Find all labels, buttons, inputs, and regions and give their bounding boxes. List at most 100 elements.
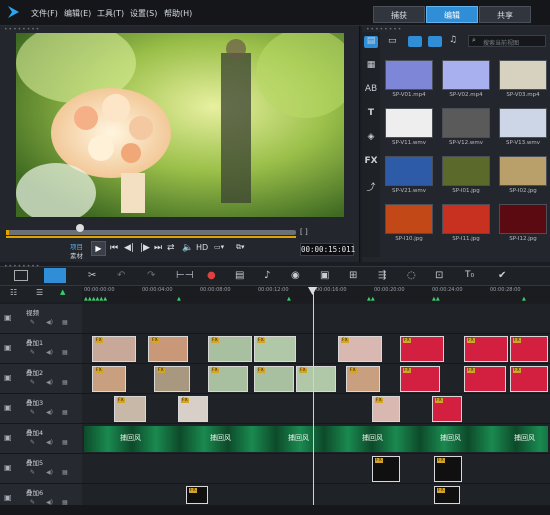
library-thumbnail[interactable] (499, 60, 547, 90)
lock-icon[interactable]: ✎ (30, 439, 35, 446)
lock-icon[interactable]: ✎ (30, 349, 35, 356)
media-icon[interactable]: ▤ (364, 36, 378, 48)
mask-creator-icon[interactable]: ◌ (407, 270, 416, 281)
lock-icon[interactable]: ✎ (30, 379, 35, 386)
ripple-icon[interactable]: ▦ (62, 319, 68, 326)
lock-icon[interactable]: ✎ (30, 319, 35, 326)
track-lane[interactable] (82, 394, 550, 424)
timeline-clip[interactable]: FX (510, 366, 548, 392)
timeline-clip[interactable]: FX (186, 486, 208, 504)
trim-bar[interactable] (6, 236, 296, 238)
lock-icon[interactable]: ✎ (30, 409, 35, 416)
timeline-clip[interactable]: FX (254, 336, 296, 362)
timecode-display[interactable]: 00:00:15:011 (300, 243, 355, 256)
fit-timeline-icon[interactable]: ⊢⊣ (176, 270, 193, 281)
lock-icon[interactable]: ✎ (30, 469, 35, 476)
menu-edit[interactable]: 编辑(E) (64, 8, 91, 19)
panel-grip[interactable]: •••••••• (4, 26, 40, 33)
timeline-clip[interactable]: FX (296, 366, 336, 392)
home-icon[interactable]: ⏮ (110, 243, 118, 253)
mute-icon[interactable]: ◀) (46, 349, 53, 356)
end-icon[interactable]: ⏭ (154, 243, 162, 253)
track-header[interactable] (0, 304, 82, 334)
timeline-view-icon[interactable] (44, 268, 66, 283)
playback-ctrl-bracket[interactable]: [ ] (300, 228, 308, 236)
ripple-icon[interactable]: ▦ (62, 469, 68, 476)
library-thumbnail[interactable] (385, 60, 433, 90)
folder-icon[interactable]: ▭ (388, 36, 397, 46)
marker-icon[interactable]: ▲ (522, 296, 526, 302)
timeline-clip[interactable]: FX (92, 336, 136, 362)
mute-icon[interactable]: ◀) (46, 319, 53, 326)
instant-project-icon[interactable]: ▦ (364, 60, 378, 72)
timeline-clip[interactable]: FX (400, 336, 444, 362)
menu-file[interactable]: 文件(F) (31, 8, 58, 19)
snapshot-icon[interactable]: ⧉▾ (236, 243, 245, 252)
track-type-icon[interactable]: ▣ (4, 433, 12, 442)
multi-camera-icon[interactable]: ⊞ (349, 270, 357, 281)
play-button[interactable]: ▶ (91, 241, 106, 256)
timeline-clip[interactable]: FX (464, 366, 506, 392)
undo-icon[interactable]: ↶ (117, 270, 125, 281)
path-icon[interactable]: ⤴ (364, 180, 378, 193)
marker-icon[interactable]: ▲ (177, 296, 181, 302)
overlay-green-clip[interactable] (84, 426, 548, 452)
library-thumbnail[interactable] (385, 204, 433, 234)
storyboard-view-icon[interactable] (14, 270, 28, 281)
timeline-clip[interactable]: FX (372, 396, 400, 422)
timeline-clip[interactable]: FX (432, 396, 462, 422)
library-thumbnail[interactable] (442, 108, 490, 138)
tab-share[interactable]: 共享 (479, 6, 531, 23)
track-lane[interactable] (82, 484, 550, 506)
auto-music-icon[interactable]: ♪ (264, 270, 270, 281)
timeline-clip[interactable]: FX (372, 456, 400, 482)
render-icon[interactable]: ✔ (498, 270, 506, 281)
library-thumbnail[interactable] (499, 204, 547, 234)
timeline-clip[interactable]: FX (208, 366, 248, 392)
timeline-clip[interactable]: FX (400, 366, 440, 392)
scrubber-handle[interactable] (76, 224, 84, 232)
library-thumbnail[interactable] (385, 156, 433, 186)
aspect-icon[interactable]: ▭▾ (214, 243, 224, 251)
next-frame-icon[interactable]: |▶ (140, 243, 150, 253)
volume-icon[interactable]: 🔈 (182, 243, 193, 253)
library-thumbnail[interactable] (442, 60, 490, 90)
library-thumbnail[interactable] (499, 156, 547, 186)
mute-icon[interactable]: ◀) (46, 469, 53, 476)
ripple-icon[interactable]: ▦ (62, 439, 68, 446)
marker-icon[interactable]: ▲▲ (432, 296, 440, 302)
show-audio-icon[interactable]: ♫ (449, 35, 457, 45)
clip-mode-label[interactable]: 素材 (70, 250, 83, 260)
record-capture-icon[interactable]: ● (207, 270, 216, 281)
chapter-marker-icon[interactable]: ☰ (36, 288, 43, 297)
tab-capture[interactable]: 捕获 (373, 6, 425, 23)
track-type-icon[interactable]: ▣ (4, 373, 12, 382)
timeline-clip[interactable]: FX (208, 336, 252, 362)
timeline-grip[interactable]: •••••••• (4, 263, 40, 270)
marker-icon[interactable]: ▲▲ (367, 296, 375, 302)
track-type-icon[interactable]: ▣ (4, 463, 12, 472)
timeline-clip[interactable]: FX (254, 366, 294, 392)
repeat-icon[interactable]: ⇄ (167, 243, 175, 253)
menu-tools[interactable]: 工具(T) (97, 8, 124, 19)
redo-icon[interactable]: ↷ (147, 270, 155, 281)
timeline-clip[interactable]: FX (510, 336, 548, 362)
prev-frame-icon[interactable]: ◀| (124, 243, 134, 253)
track-lane[interactable] (82, 304, 550, 334)
tab-edit[interactable]: 编辑 (426, 6, 478, 23)
timeline-clip[interactable]: FX (338, 336, 382, 362)
library-search-input[interactable]: ⌕ 搜索当前视图 (468, 35, 546, 47)
time-remap-icon[interactable]: ⇶ (378, 270, 386, 281)
marker-icon[interactable]: ▲ (287, 296, 291, 302)
timeline-clip[interactable]: FX (464, 336, 508, 362)
ripple-icon[interactable]: ▦ (62, 409, 68, 416)
timeline-clip[interactable]: FX (434, 456, 462, 482)
track-type-icon[interactable]: ▣ (4, 403, 12, 412)
mute-icon[interactable]: ◀) (46, 379, 53, 386)
track-type-icon[interactable]: ▣ (4, 313, 12, 322)
track-type-icon[interactable]: ▣ (4, 493, 12, 502)
track-manager-icon[interactable]: ☷ (10, 288, 17, 297)
show-photo-icon[interactable] (428, 36, 442, 47)
menu-settings[interactable]: 设置(S) (130, 8, 157, 19)
graphic-icon[interactable]: ◈ (364, 132, 378, 144)
